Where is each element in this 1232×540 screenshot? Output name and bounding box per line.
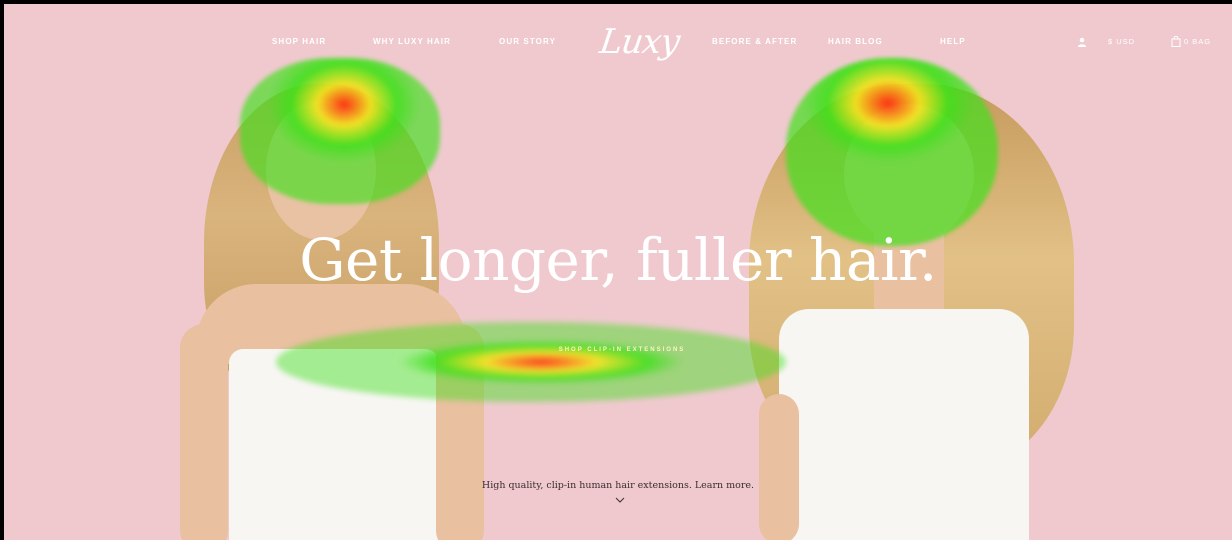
left-model-arm-right: [436, 324, 484, 540]
right-model-arm: [759, 394, 799, 540]
shopping-bag-icon[interactable]: [1171, 36, 1181, 47]
hero-subtext[interactable]: High quality, clip-in human hair extensi…: [4, 480, 1232, 491]
chevron-down-icon[interactable]: [615, 496, 625, 504]
nav-hair-blog[interactable]: HAIR BLOG: [828, 37, 883, 46]
left-model-image: [174, 64, 494, 540]
currency-selector[interactable]: $ USD: [1108, 37, 1135, 46]
hero-headline: Get longer, fuller hair.: [299, 226, 937, 294]
nav-our-story[interactable]: OUR STORY: [499, 37, 556, 46]
right-model-image: [749, 64, 1079, 540]
nav-why-luxy-hair[interactable]: WHY LUXY HAIR: [373, 37, 451, 46]
left-model-arm-left: [180, 324, 228, 540]
bag-count[interactable]: 0 BAG: [1184, 37, 1211, 46]
hero-section: SHOP HAIR WHY LUXY HAIR OUR STORY Luxy B…: [4, 4, 1232, 540]
brand-logo[interactable]: Luxy: [597, 22, 681, 62]
left-model-face: [266, 100, 376, 240]
nav-shop-hair[interactable]: SHOP HAIR: [272, 37, 326, 46]
top-navigation: SHOP HAIR WHY LUXY HAIR OUR STORY Luxy B…: [4, 4, 1232, 76]
shop-extensions-button[interactable]: SHOP CLIP-IN EXTENSIONS: [516, 342, 728, 358]
nav-help[interactable]: HELP: [940, 37, 966, 46]
left-model-top: [229, 349, 439, 540]
user-icon[interactable]: [1077, 37, 1087, 47]
nav-before-after[interactable]: BEFORE & AFTER: [712, 37, 797, 46]
right-model-face: [844, 104, 974, 244]
right-model-top: [779, 309, 1029, 540]
